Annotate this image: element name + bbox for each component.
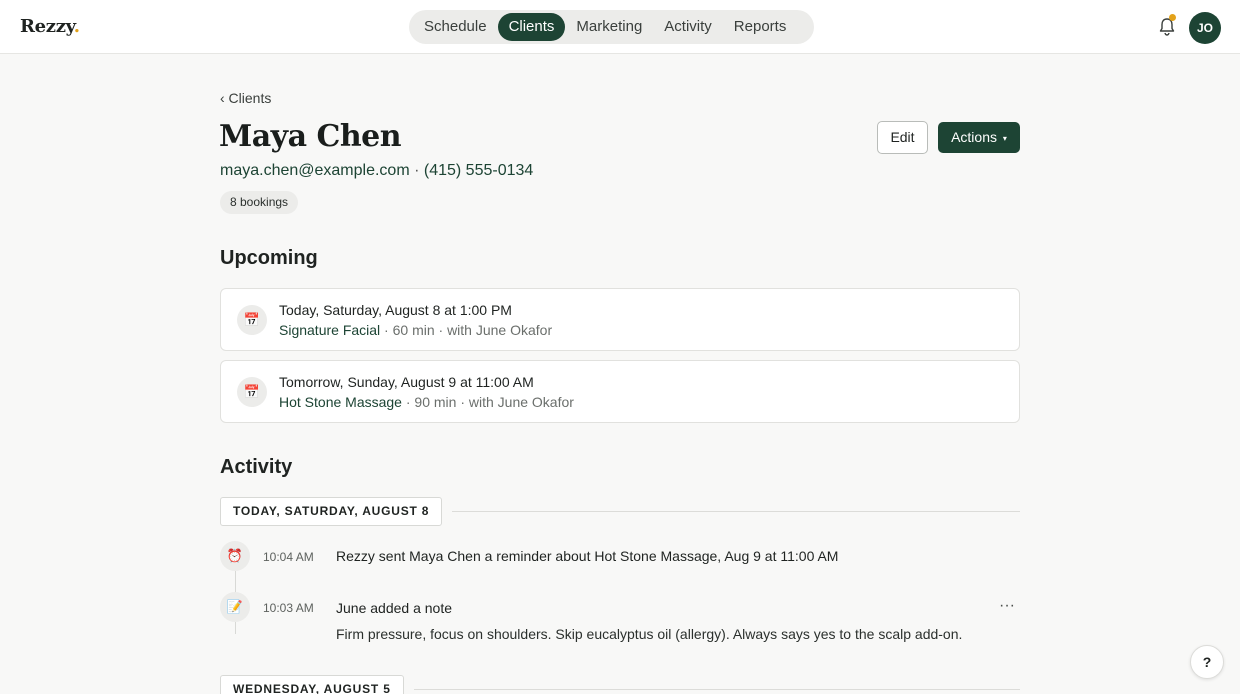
divider	[452, 511, 1020, 512]
back-to-clients-link[interactable]: ‹ Clients	[220, 90, 271, 106]
caret-down-icon: ▾	[1002, 134, 1007, 143]
tab-reports[interactable]: Reports	[723, 13, 798, 41]
appointment-service: Signature Facial	[279, 322, 381, 338]
appointment-detail: Hot Stone Massage · 90 min · with June O…	[279, 394, 574, 410]
upcoming-appointment-card[interactable]: 📅 Today, Saturday, August 8 at 1:00 PM S…	[220, 288, 1020, 351]
avatar[interactable]: JO	[1189, 12, 1221, 44]
alarm-clock-icon: ⏰	[220, 541, 250, 571]
page-title: Maya Chen	[219, 119, 402, 154]
activity-note: Firm pressure, focus on shoulders. Skip …	[336, 626, 963, 642]
memo-icon: 📝	[220, 592, 250, 622]
client-email-link[interactable]: maya.chen@example.com	[220, 162, 410, 179]
activity-date-label: TODAY, SATURDAY, AUGUST 8	[220, 497, 443, 526]
upcoming-heading: Upcoming	[220, 247, 318, 269]
tab-clients[interactable]: Clients	[497, 13, 566, 41]
main-nav: Schedule Clients Marketing Activity Repo…	[409, 10, 814, 44]
appointment-detail: Signature Facial · 60 min · with June Ok…	[279, 322, 553, 338]
contact-separator: ·	[409, 162, 424, 179]
bell-icon[interactable]	[1157, 14, 1177, 38]
timeline-connector	[235, 622, 236, 634]
activity-date-label: WEDNESDAY, AUGUST 5	[220, 675, 404, 694]
upcoming-appointment-card[interactable]: 📅 Tomorrow, Sunday, August 9 at 11:00 AM…	[220, 360, 1020, 423]
top-bar: Rezzy. Schedule Clients Marketing Activi…	[0, 0, 1240, 54]
activity-time: 10:04 AM	[263, 550, 314, 564]
edit-button[interactable]: Edit	[877, 121, 928, 154]
actions-dropdown-button[interactable]: Actions ▾	[938, 122, 1020, 153]
activity-time: 10:03 AM	[263, 601, 314, 615]
appointment-service: Hot Stone Massage	[279, 394, 402, 410]
tab-schedule[interactable]: Schedule	[413, 13, 498, 41]
appointment-datetime: Today, Saturday, August 8 at 1:00 PM	[279, 302, 512, 318]
activity-text: Rezzy sent Maya Chen a reminder about Ho…	[336, 548, 839, 564]
app-logo[interactable]: Rezzy.	[20, 16, 80, 37]
timeline-connector	[235, 571, 236, 593]
appointment-datetime: Tomorrow, Sunday, August 9 at 11:00 AM	[279, 374, 534, 390]
activity-text: June added a note	[336, 600, 452, 616]
divider	[414, 689, 1020, 690]
tab-activity[interactable]: Activity	[653, 13, 723, 41]
notification-badge	[1169, 14, 1176, 21]
bookings-count-badge: 8 bookings	[220, 191, 299, 214]
more-options-button[interactable]: ···	[996, 598, 1018, 618]
calendar-icon: 📅	[237, 377, 267, 407]
tab-marketing[interactable]: Marketing	[565, 13, 653, 41]
help-button[interactable]: ?	[1190, 645, 1224, 679]
client-phone-link[interactable]: (415) 555-0134	[424, 162, 533, 179]
activity-heading: Activity	[220, 456, 293, 478]
client-contact: maya.chen@example.com · (415) 555-0134	[220, 162, 533, 180]
calendar-icon: 📅	[237, 305, 267, 335]
